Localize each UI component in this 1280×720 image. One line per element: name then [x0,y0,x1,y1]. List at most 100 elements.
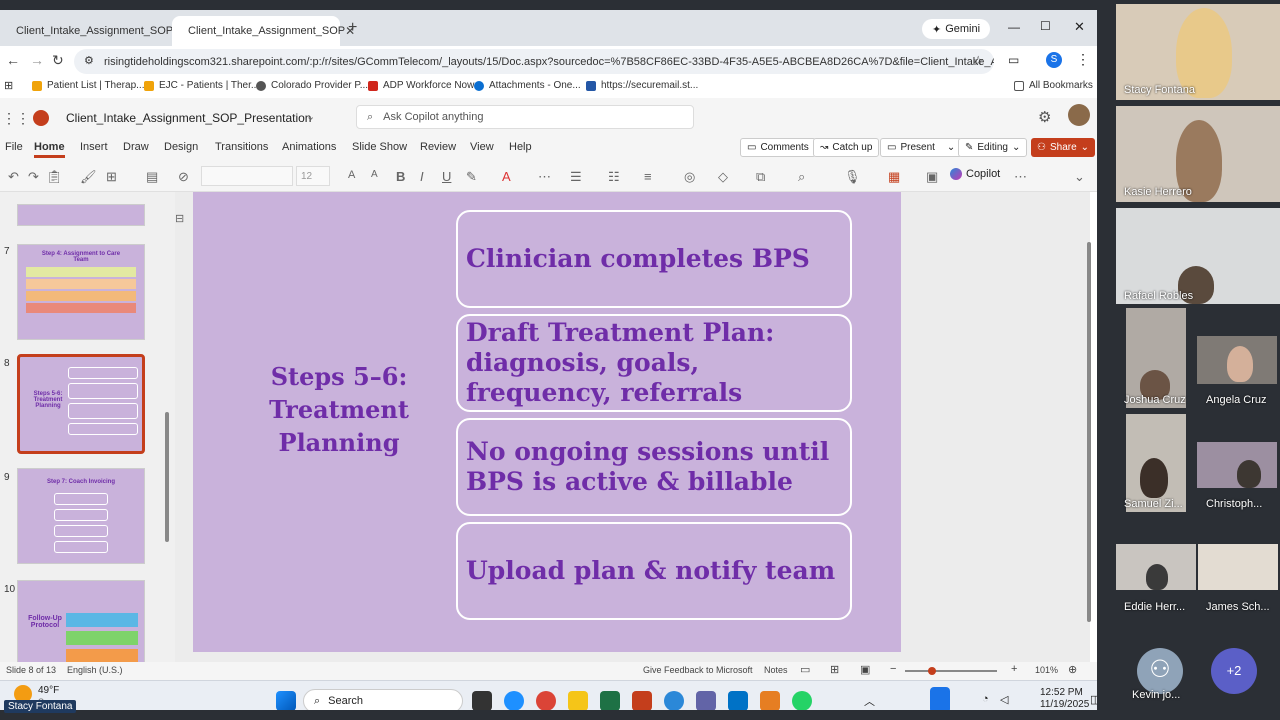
zoom-in-icon[interactable]: + [1011,663,1017,675]
zoom-slider-thumb[interactable] [928,667,936,675]
comments-button[interactable]: ▭ Comments [740,138,816,157]
gemini-button[interactable]: ✦ Gemini [922,19,991,39]
participant-video-tile[interactable] [1126,308,1186,408]
more-icon[interactable]: ⋯ [538,169,551,185]
all-bookmarks[interactable]: All Bookmarks [1014,80,1093,91]
browser-tab-active[interactable]: Client_Intake_Assignment_SOP ✕ [172,16,355,46]
format-painter-icon[interactable]: 🖌︎ [80,169,97,185]
app-launcher-icon[interactable]: ⋮⋮ [2,110,30,127]
present-button[interactable]: ▭ Present ⌄ [880,138,963,157]
chevron-down-icon[interactable]: ⌄ [306,110,315,123]
windows-start-icon[interactable] [276,691,296,710]
bookmark-item[interactable]: Colorado Provider P... [256,80,368,91]
increase-font-icon[interactable]: A [348,169,355,181]
document-title[interactable]: Client_Intake_Assignment_SOP_Presentatio… [66,111,311,125]
fit-slide-icon[interactable]: ⊕ [1068,663,1077,676]
tab-help[interactable]: Help [509,141,532,153]
zoom-slider[interactable] [905,670,997,672]
notification-icon[interactable]: ◫ [1090,693,1097,706]
volume-icon[interactable]: ◁ [1000,693,1008,706]
participant-video-tile[interactable] [1197,336,1277,384]
url-field[interactable]: ⚙ risingtideholdingscom321.sharepoint.co… [74,49,994,74]
underline-icon[interactable]: U [442,169,451,184]
slide-thumbnail[interactable] [17,204,145,226]
bookmark-item[interactable]: Patient List | Therap... [32,80,144,91]
layout-icon[interactable]: ▤ [146,169,158,185]
participant-video-tile[interactable] [1197,442,1277,488]
align-icon[interactable]: ≡ [644,169,652,184]
microphone-icon[interactable] [930,687,950,710]
undo-icon[interactable]: ↶ [8,169,19,185]
participant-video-tile[interactable]: Rafael Robles [1116,208,1280,304]
font-family-select[interactable] [201,166,293,186]
forward-icon[interactable]: → [30,52,44,68]
expand-pane-icon[interactable]: ⊟ [175,212,184,225]
participant-video-tile[interactable] [1198,544,1278,590]
tab-design[interactable]: Design [164,141,198,153]
tab-insert[interactable]: Insert [80,141,108,153]
slide-thumbnail[interactable]: Step 7: Coach Invoicing [17,468,145,564]
participant-video-tile[interactable] [1116,544,1196,590]
editing-mode-button[interactable]: ✎ Editing ⌄ [958,138,1028,157]
tab-view[interactable]: View [470,141,494,153]
redo-icon[interactable]: ↷ [28,169,39,185]
current-slide[interactable]: Steps 5–6: Treatment Planning Clinician … [193,192,901,652]
participant-video-tile[interactable]: Stacy Fontana [1116,4,1280,100]
wifi-icon[interactable]: ◔ [982,693,989,705]
cast-icon[interactable]: ▭ [1008,53,1019,67]
thumbnail-scrollbar[interactable] [165,412,169,542]
font-color-icon[interactable]: A [502,169,511,184]
slide-thumbnail-selected[interactable]: Steps 5-6: Treatment Planning [17,354,145,454]
tab-slide-show[interactable]: Slide Show [352,141,407,153]
bookmark-star-icon[interactable]: ☆ [972,53,984,69]
notes-button[interactable]: Notes [764,665,788,675]
excel-icon[interactable] [600,691,620,710]
browser-menu-icon[interactable]: ⋮ [1076,51,1090,68]
outlook-icon[interactable] [728,691,748,710]
arrange-icon[interactable]: ⧉ [756,169,765,185]
zoom-level[interactable]: 101% [1035,665,1058,675]
tab-file[interactable]: File [5,141,23,153]
language-indicator[interactable]: English (U.S.) [67,665,123,675]
file-explorer-icon[interactable] [568,691,588,710]
tab-animations[interactable]: Animations [282,141,336,153]
bookmark-item[interactable]: ADP Workforce Now [368,80,474,91]
slide-sorter-icon[interactable]: ⊞ [830,663,839,676]
slide-thumbnail[interactable]: Follow-Up Protocol [17,580,145,662]
zoom-out-icon[interactable]: − [890,663,896,675]
site-info-icon[interactable]: ⚙ [84,54,94,67]
decrease-font-icon[interactable]: A [371,169,378,180]
share-button[interactable]: ⚇ Share ⌄ [1031,138,1096,157]
settings-icon[interactable]: ⚙ [1038,108,1051,126]
normal-view-icon[interactable]: ▭ [800,663,810,676]
powerpoint-taskbar-icon[interactable] [632,691,652,710]
hide-slide-icon[interactable]: ⊘ [178,169,189,185]
user-avatar-icon[interactable]: ⚇ [1137,648,1183,694]
tab-review[interactable]: Review [420,141,456,153]
participant-video-tile[interactable]: Kasie Herrero [1116,106,1280,202]
new-tab-icon[interactable]: + [348,19,357,37]
tab-draw[interactable]: Draw [123,141,149,153]
slide-thumbnail[interactable]: Step 4: Assignment to Care Team [17,244,145,340]
whatsapp-icon[interactable] [792,691,812,710]
user-avatar[interactable] [1068,104,1090,126]
browser-tab[interactable]: Client_Intake_Assignment_SOP ✕ [0,16,183,46]
font-size-select[interactable]: 12 [296,166,330,186]
dictate-icon[interactable]: 🎙︎ [844,169,861,185]
chrome-icon[interactable] [536,691,556,710]
designer-icon[interactable]: ▦ [888,169,900,185]
tab-home[interactable]: Home [34,141,65,158]
bookmark-item[interactable]: EJC - Patients | Ther... [144,80,259,91]
shapes-icon[interactable]: ◎ [684,169,695,185]
reading-view-icon[interactable]: ▣ [860,663,870,676]
taskbar-search[interactable]: ⌕ Search [303,689,463,710]
bookmark-item[interactable]: Attachments - One... [474,80,581,91]
apps-grid-icon[interactable]: ⊞ [4,79,13,92]
bookmark-item[interactable]: https://securemail.st... [586,80,698,91]
clock-time[interactable]: 12:52 PM [1040,687,1083,698]
edge-dev-icon[interactable] [664,691,684,710]
tray-overflow-icon[interactable]: ︿ [864,693,875,709]
task-view-icon[interactable] [472,691,492,710]
canvas-scrollbar[interactable] [1087,242,1091,622]
more-options-icon[interactable]: ⋯ [1014,169,1027,185]
